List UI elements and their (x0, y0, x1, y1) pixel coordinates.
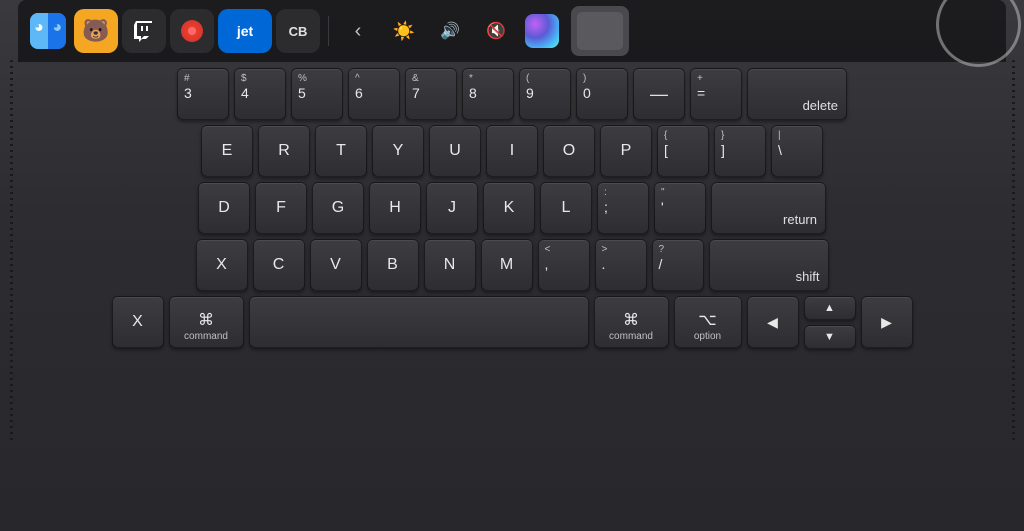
key-delete[interactable]: delete (747, 68, 847, 120)
key-right-cmd[interactable]: ⌘ command (594, 296, 669, 348)
tb-brightness-down[interactable]: ‹ (337, 10, 379, 52)
key-close-bracket[interactable]: } ] (714, 125, 766, 177)
key-minus[interactable]: — (633, 68, 685, 120)
power-button-area[interactable] (571, 6, 629, 56)
tb-brightness[interactable]: ☀️ (383, 10, 425, 52)
tb-app-twitch[interactable] (122, 9, 166, 53)
arrow-up-down-stack: ▲ ▼ (804, 296, 856, 349)
key-option[interactable]: ⌥ option (674, 296, 742, 348)
key-space[interactable] (249, 296, 589, 348)
key-o[interactable]: O (543, 125, 595, 177)
key-quote[interactable]: " ' (654, 182, 706, 234)
key-left-x[interactable]: X (112, 296, 164, 348)
tb-volume[interactable]: 🔊 (429, 10, 471, 52)
key-arrow-left[interactable]: ◀ (747, 296, 799, 348)
key-b[interactable]: B (367, 239, 419, 291)
key-semicolon[interactable]: : ; (597, 182, 649, 234)
key-9[interactable]: ( 9 (519, 68, 571, 120)
tb-separator-1 (328, 16, 329, 46)
key-d[interactable]: D (198, 182, 250, 234)
key-v[interactable]: V (310, 239, 362, 291)
key-backslash[interactable]: | \ (771, 125, 823, 177)
key-c[interactable]: C (253, 239, 305, 291)
key-equals[interactable]: + = (690, 68, 742, 120)
key-x[interactable]: X (196, 239, 248, 291)
key-r[interactable]: R (258, 125, 310, 177)
key-comma[interactable]: < , (538, 239, 590, 291)
key-3[interactable]: # 3 (177, 68, 229, 120)
keyboard-wrapper: ◕ ◕ 🐻 jet CB ‹ ☀ (0, 0, 1024, 531)
key-y[interactable]: Y (372, 125, 424, 177)
key-arrow-up[interactable]: ▲ (804, 296, 856, 320)
key-t[interactable]: T (315, 125, 367, 177)
tb-app-bear[interactable]: 🐻 (74, 9, 118, 53)
key-open-bracket[interactable]: { [ (657, 125, 709, 177)
key-l[interactable]: L (540, 182, 592, 234)
key-i[interactable]: I (486, 125, 538, 177)
key-return[interactable]: return (711, 182, 826, 234)
keyboard-body: # 3 $ 4 % 5 ^ 6 & 7 * 8 (18, 68, 1006, 531)
speaker-left (4, 60, 18, 440)
key-m[interactable]: M (481, 239, 533, 291)
qwerty-row: E R T Y U I O P { (18, 125, 1006, 177)
tb-app-jet[interactable]: jet (218, 9, 272, 53)
key-slash[interactable]: ? / (652, 239, 704, 291)
tb-app-codeshot[interactable]: CB (276, 9, 320, 53)
key-0[interactable]: ) 0 (576, 68, 628, 120)
tb-app-screenium[interactable] (170, 9, 214, 53)
zxcv-row: X C V B N M < , > . (18, 239, 1006, 291)
key-6[interactable]: ^ 6 (348, 68, 400, 120)
key-e[interactable]: E (201, 125, 253, 177)
key-u[interactable]: U (429, 125, 481, 177)
key-4[interactable]: $ 4 (234, 68, 286, 120)
key-g[interactable]: G (312, 182, 364, 234)
key-7[interactable]: & 7 (405, 68, 457, 120)
key-arrow-down[interactable]: ▼ (804, 325, 856, 349)
key-arrow-right[interactable]: ▶ (861, 296, 913, 348)
tb-mute[interactable]: 🔇 (475, 10, 517, 52)
key-f[interactable]: F (255, 182, 307, 234)
asdf-row: D F G H J K L : ; (18, 182, 1006, 234)
key-left-cmd[interactable]: ⌘ command (169, 296, 244, 348)
key-5[interactable]: % 5 (291, 68, 343, 120)
key-8[interactable]: * 8 (462, 68, 514, 120)
key-j[interactable]: J (426, 182, 478, 234)
key-n[interactable]: N (424, 239, 476, 291)
key-h[interactable]: H (369, 182, 421, 234)
bottom-row: X ⌘ command ⌘ command ⌥ option ◀ (18, 296, 1006, 349)
tb-siri[interactable] (521, 10, 563, 52)
key-right-shift[interactable]: shift (709, 239, 829, 291)
key-period[interactable]: > . (595, 239, 647, 291)
tb-app-finder[interactable]: ◕ ◕ (26, 9, 70, 53)
key-p[interactable]: P (600, 125, 652, 177)
speaker-right (1006, 60, 1020, 440)
touch-id-circle (936, 0, 1021, 67)
touch-bar: ◕ ◕ 🐻 jet CB ‹ ☀ (18, 0, 1006, 62)
number-row: # 3 $ 4 % 5 ^ 6 & 7 * 8 (18, 68, 1006, 120)
key-k[interactable]: K (483, 182, 535, 234)
